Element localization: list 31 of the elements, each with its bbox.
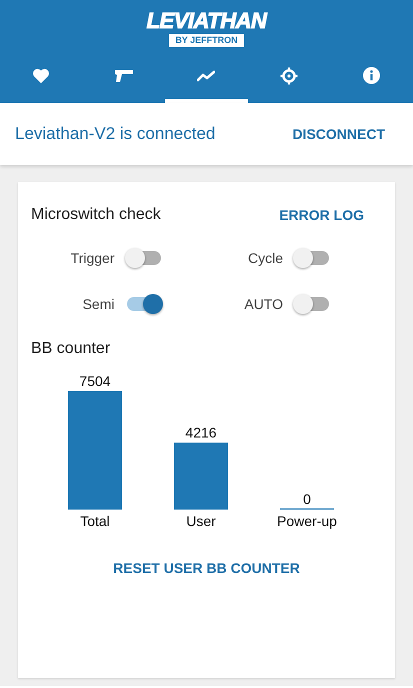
section-title: BB counter [31, 340, 112, 358]
value-label: 4216 [185, 424, 217, 441]
reset-button[interactable]: RESET USER BB COUNTER [113, 560, 300, 576]
toggle-switch[interactable] [295, 297, 329, 311]
logo-title: LEVIATHAN [146, 8, 266, 34]
toggle-switch[interactable] [126, 297, 160, 311]
bar-baseline [174, 508, 228, 510]
logo-subtitle: BY JEFFTRON [169, 34, 244, 47]
value-label: 7504 [79, 373, 111, 389]
bar [174, 442, 228, 509]
section-title: Microswitch check [31, 206, 161, 224]
toggle-switch[interactable] [126, 251, 160, 265]
switch-label: Semi [82, 296, 114, 312]
toggle-switch[interactable] [295, 251, 329, 265]
disconnect-button[interactable]: DISCONNECT [292, 126, 385, 142]
crosshair-icon [280, 66, 298, 84]
category-label: Power-up [277, 513, 337, 529]
category-label: User [186, 513, 216, 529]
switch-label: Cycle [248, 250, 283, 266]
pistol-icon [114, 68, 134, 82]
switch-label: Trigger [70, 250, 114, 266]
error-log-button[interactable]: ERROR LOG [279, 207, 364, 223]
heart-icon [32, 68, 50, 84]
bar-baseline [68, 508, 122, 510]
connection-status: Leviathan-V2 is connected [15, 124, 216, 144]
switch-label: AUTO [244, 296, 283, 312]
value-label: 0 [303, 491, 311, 507]
info-icon [363, 67, 380, 84]
bar-baseline [280, 508, 334, 510]
trend-icon [197, 70, 216, 82]
category-label: Total [80, 513, 110, 529]
